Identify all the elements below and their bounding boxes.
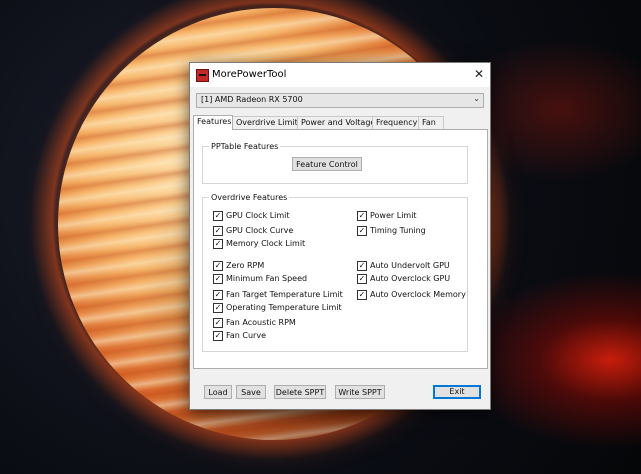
check-icon: ✓ — [357, 261, 367, 271]
checkbox-label: Fan Target Temperature Limit — [226, 290, 343, 299]
pptable-features-group: PPTable Features Feature Control — [202, 142, 468, 184]
check-icon: ✓ — [213, 211, 223, 221]
tab-features[interactable]: Features — [193, 115, 233, 130]
window-title: MorePowerTool — [212, 69, 287, 80]
overdrive-features-group: Overdrive Features ✓ GPU Clock Limit ✓ G… — [202, 193, 468, 352]
exit-button[interactable]: Exit — [433, 385, 481, 399]
check-icon: ✓ — [213, 261, 223, 271]
check-icon: ✓ — [357, 211, 367, 221]
check-icon: ✓ — [357, 226, 367, 236]
gpu-select-dropdown[interactable]: [1] AMD Radeon RX 5700 ⌄ — [196, 93, 484, 108]
checkbox-label: Operating Temperature Limit — [226, 303, 342, 312]
checkbox-label: GPU Clock Curve — [226, 226, 294, 235]
checkbox-label: GPU Clock Limit — [226, 211, 290, 220]
feature-control-button[interactable]: Feature Control — [292, 157, 362, 171]
check-icon: ✓ — [213, 303, 223, 313]
check-icon: ✓ — [213, 290, 223, 300]
checkbox-label: Fan Curve — [226, 331, 266, 340]
chevron-down-icon: ⌄ — [473, 94, 480, 103]
tab-frequency[interactable]: Frequency — [372, 116, 420, 129]
check-icon: ✓ — [213, 318, 223, 328]
save-button[interactable]: Save — [236, 385, 266, 399]
checkbox-label: Minimum Fan Speed — [226, 274, 308, 283]
checkbox-label: Zero RPM — [226, 261, 265, 270]
check-icon: ✓ — [213, 226, 223, 236]
checkbox-label: Memory Clock Limit — [226, 239, 306, 248]
checkbox-label: Power Limit — [370, 211, 417, 220]
bottom-button-bar: Load Save Delete SPPT Write SPPT Exit — [190, 381, 490, 401]
tab-power-and-voltage[interactable]: Power and Voltage — [297, 116, 375, 129]
close-icon[interactable]: ✕ — [468, 63, 490, 85]
tab-overdrive-limits[interactable]: Overdrive Limits — [232, 116, 302, 129]
check-icon: ✓ — [357, 290, 367, 300]
delete-sppt-button[interactable]: Delete SPPT — [274, 385, 326, 399]
checkbox-label: Fan Acoustic RPM — [226, 318, 296, 327]
checkbox-label: Auto Overclock Memory — [370, 290, 466, 299]
title-bar: MorePowerTool ✕ — [190, 63, 490, 87]
features-panel: PPTable Features Feature Control Overdri… — [193, 129, 488, 369]
app-icon — [196, 69, 209, 82]
write-sppt-button[interactable]: Write SPPT — [335, 385, 385, 399]
gpu-select-value: [1] AMD Radeon RX 5700 — [201, 95, 303, 104]
checkbox-label: Auto Overclock GPU — [370, 274, 451, 283]
load-button[interactable]: Load — [204, 385, 232, 399]
check-icon: ✓ — [213, 274, 223, 284]
check-icon: ✓ — [357, 274, 367, 284]
check-icon: ✓ — [213, 239, 223, 249]
checkbox-label: Timing Tuning — [370, 226, 426, 235]
overdrive-features-title: Overdrive Features — [209, 193, 290, 202]
check-icon: ✓ — [213, 331, 223, 341]
pptable-features-title: PPTable Features — [209, 142, 281, 151]
checkbox-label: Auto Undervolt GPU — [370, 261, 450, 270]
morepowertool-window: MorePowerTool ✕ [1] AMD Radeon RX 5700 ⌄… — [189, 62, 491, 410]
tab-fan[interactable]: Fan — [418, 116, 444, 129]
